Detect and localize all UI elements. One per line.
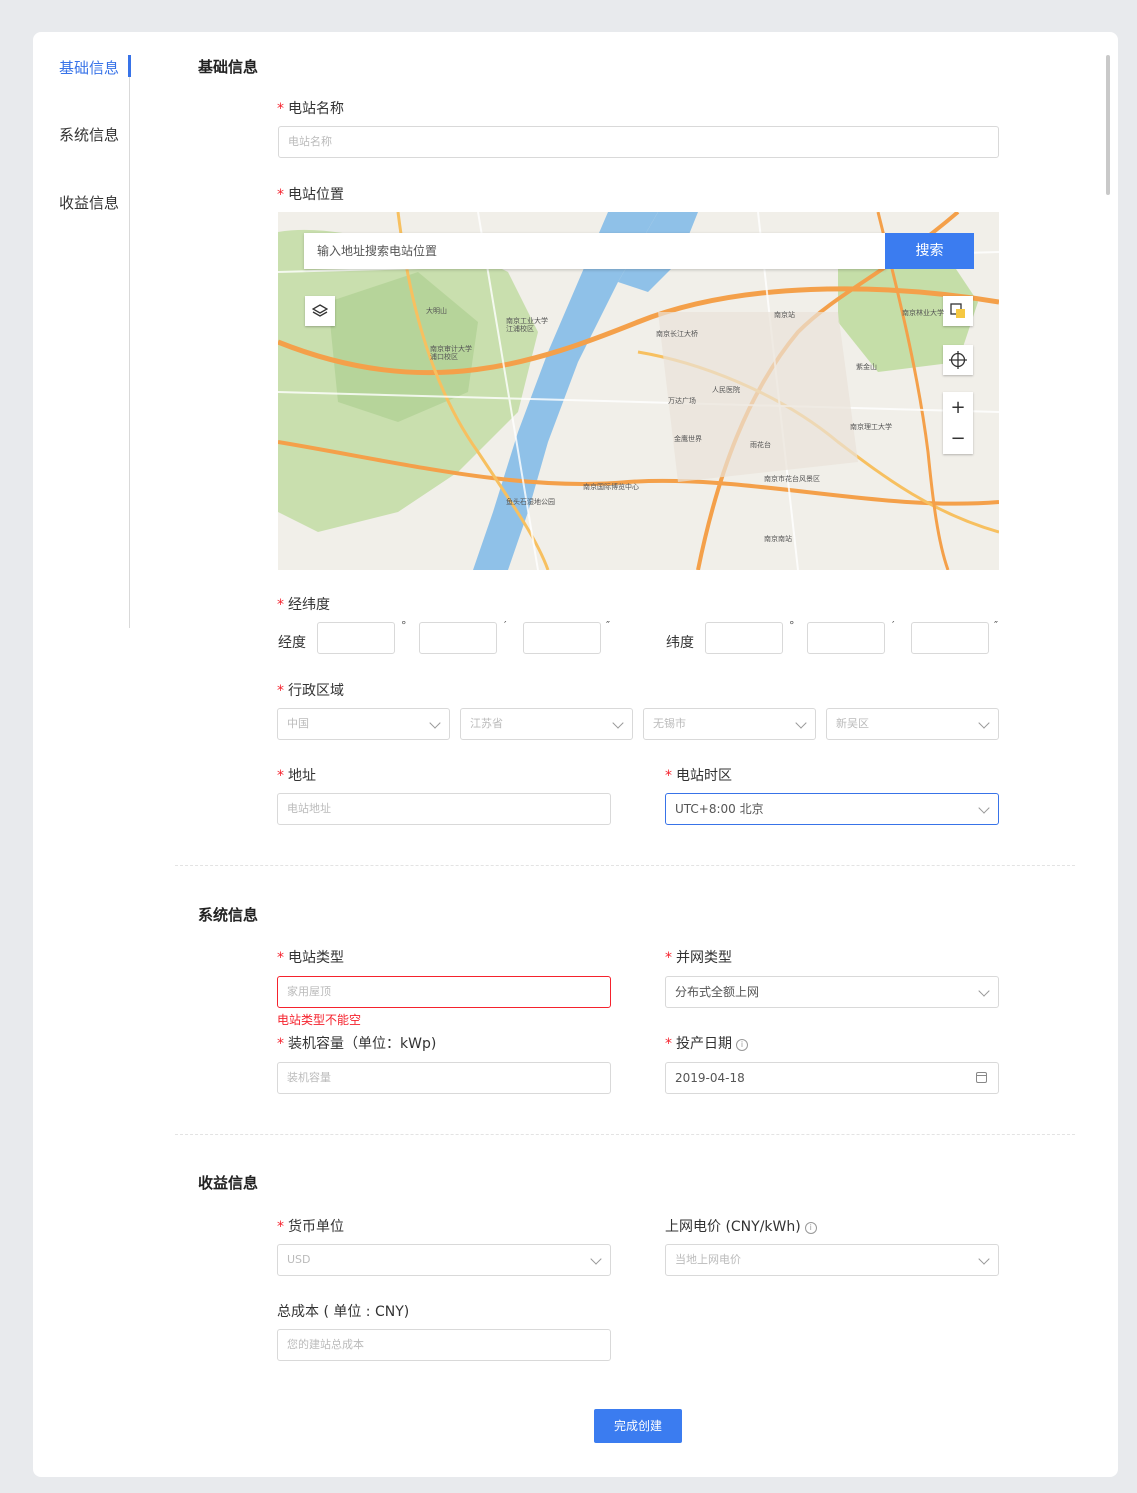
second-mark: ″ bbox=[606, 619, 611, 632]
submit-button[interactable]: 完成创建 bbox=[594, 1409, 682, 1443]
section-divider bbox=[175, 865, 1075, 866]
total-cost-label: 总成本 ( 单位 : CNY) bbox=[277, 1304, 410, 1320]
minute-mark: ′ bbox=[892, 619, 895, 632]
map-place-label: 南京理工大学 bbox=[850, 423, 892, 431]
station-type-error: 电站类型不能空 bbox=[277, 1013, 362, 1027]
address-label: * 地址 bbox=[277, 768, 316, 784]
region-district-select[interactable]: 新吴区 bbox=[826, 708, 999, 740]
chevron-down-icon bbox=[978, 1253, 990, 1265]
map-place-label: 南京长江大桥 bbox=[656, 330, 698, 338]
station-type-select[interactable]: 家用屋顶 bbox=[277, 976, 611, 1008]
degree-mark: ° bbox=[401, 619, 407, 632]
station-type-label: * 电站类型 bbox=[277, 950, 344, 966]
chevron-down-icon bbox=[429, 717, 441, 729]
grid-type-label: * 并网类型 bbox=[665, 950, 732, 966]
locate-icon[interactable] bbox=[943, 345, 973, 375]
station-name-label: * 电站名称 bbox=[277, 101, 344, 117]
currency-label: * 货币单位 bbox=[277, 1219, 344, 1235]
capacity-label: * 装机容量（单位：kWp) bbox=[277, 1036, 437, 1052]
nav-item-income[interactable]: 收益信息 bbox=[59, 192, 119, 213]
map-place-label: 人民医院 bbox=[712, 386, 740, 394]
section-title-system: 系统信息 bbox=[198, 906, 259, 924]
map-place-label: 鱼头石湿地公园 bbox=[506, 498, 555, 506]
nav-active-indicator bbox=[128, 55, 131, 77]
nav-item-system[interactable]: 系统信息 bbox=[59, 124, 119, 145]
map-view[interactable]: 输入地址搜索电站位置 搜索 + − 南京工业大学江浦校区 南京审计大学浦口校区 … bbox=[278, 212, 999, 570]
scrollbar-thumb[interactable] bbox=[1106, 55, 1110, 195]
map-place-label: 紫金山 bbox=[856, 363, 877, 371]
region-country-select[interactable]: 中国 bbox=[277, 708, 450, 740]
map-place-label: 南京国际博览中心 bbox=[583, 483, 639, 491]
nav-divider bbox=[129, 55, 130, 628]
region-label: * 行政区域 bbox=[277, 683, 344, 699]
zoom-out-icon[interactable]: − bbox=[943, 423, 973, 454]
degree-mark: ° bbox=[789, 619, 795, 632]
second-mark: ″ bbox=[994, 619, 999, 632]
latitude-label: 纬度 bbox=[666, 635, 694, 651]
chevron-down-icon bbox=[612, 717, 624, 729]
grid-price-label: 上网电价 (CNY/kWh) i bbox=[665, 1216, 817, 1236]
chevron-down-icon bbox=[978, 985, 990, 997]
timezone-select[interactable]: UTC+8:00 北京 bbox=[665, 793, 999, 825]
map-place-label: 大明山 bbox=[426, 307, 447, 315]
info-icon[interactable]: i bbox=[804, 1222, 817, 1234]
chevron-down-icon bbox=[978, 802, 990, 814]
capacity-input[interactable]: 装机容量 bbox=[277, 1062, 611, 1094]
address-input[interactable]: 电站地址 bbox=[277, 793, 611, 825]
section-title-income: 收益信息 bbox=[198, 1174, 259, 1192]
layers-icon[interactable] bbox=[305, 296, 335, 326]
currency-select[interactable]: USD bbox=[277, 1244, 611, 1276]
zoom-in-icon[interactable]: + bbox=[943, 392, 973, 423]
commission-date-picker[interactable]: 2019-04-18 bbox=[665, 1062, 999, 1094]
chevron-down-icon bbox=[795, 717, 807, 729]
minute-mark: ′ bbox=[504, 619, 507, 632]
grid-type-select[interactable]: 分布式全额上网 bbox=[665, 976, 999, 1008]
map-place-label: 南京审计大学浦口校区 bbox=[430, 345, 472, 361]
map-place-label: 南京工业大学江浦校区 bbox=[506, 317, 548, 333]
latitude-minute-input[interactable] bbox=[807, 622, 885, 654]
map-search-input[interactable]: 输入地址搜索电站位置 bbox=[304, 233, 886, 269]
section-title-basic: 基础信息 bbox=[198, 58, 259, 76]
section-divider bbox=[175, 1134, 1075, 1135]
commission-date-label: * 投产日期 i bbox=[665, 1033, 748, 1053]
station-name-input[interactable]: 电站名称 bbox=[278, 126, 999, 158]
map-place-label: 金鹰世界 bbox=[674, 435, 702, 443]
total-cost-input[interactable]: 您的建站总成本 bbox=[277, 1329, 611, 1361]
region-province-select[interactable]: 江苏省 bbox=[460, 708, 633, 740]
chevron-down-icon bbox=[978, 717, 990, 729]
longitude-second-input[interactable] bbox=[523, 622, 601, 654]
nav-item-basic[interactable]: 基础信息 bbox=[59, 57, 119, 78]
map-search-button[interactable]: 搜索 bbox=[885, 233, 974, 269]
longitude-label: 经度 bbox=[278, 635, 306, 651]
map-place-label: 南京林业大学 bbox=[902, 309, 944, 317]
map-place-label: 南京市花台风景区 bbox=[764, 475, 820, 483]
map-place-label: 南京南站 bbox=[764, 535, 792, 543]
timezone-label: * 电站时区 bbox=[665, 768, 732, 784]
grid-price-select[interactable]: 当地上网电价 bbox=[665, 1244, 999, 1276]
map-place-label: 雨花台 bbox=[750, 441, 771, 449]
zoom-control: + − bbox=[943, 392, 973, 454]
latitude-degree-input[interactable] bbox=[705, 622, 783, 654]
map-place-label: 南京站 bbox=[774, 311, 795, 319]
latlng-label: * 经纬度 bbox=[277, 597, 330, 613]
longitude-minute-input[interactable] bbox=[419, 622, 497, 654]
region-city-select[interactable]: 无锡市 bbox=[643, 708, 816, 740]
latitude-second-input[interactable] bbox=[911, 622, 989, 654]
station-location-label: * 电站位置 bbox=[277, 187, 344, 203]
satellite-toggle-icon[interactable] bbox=[943, 296, 973, 326]
longitude-degree-input[interactable] bbox=[317, 622, 395, 654]
map-place-label: 万达广场 bbox=[668, 397, 696, 405]
chevron-down-icon bbox=[590, 1253, 602, 1265]
calendar-icon bbox=[976, 1072, 987, 1083]
info-icon[interactable]: i bbox=[736, 1039, 748, 1051]
